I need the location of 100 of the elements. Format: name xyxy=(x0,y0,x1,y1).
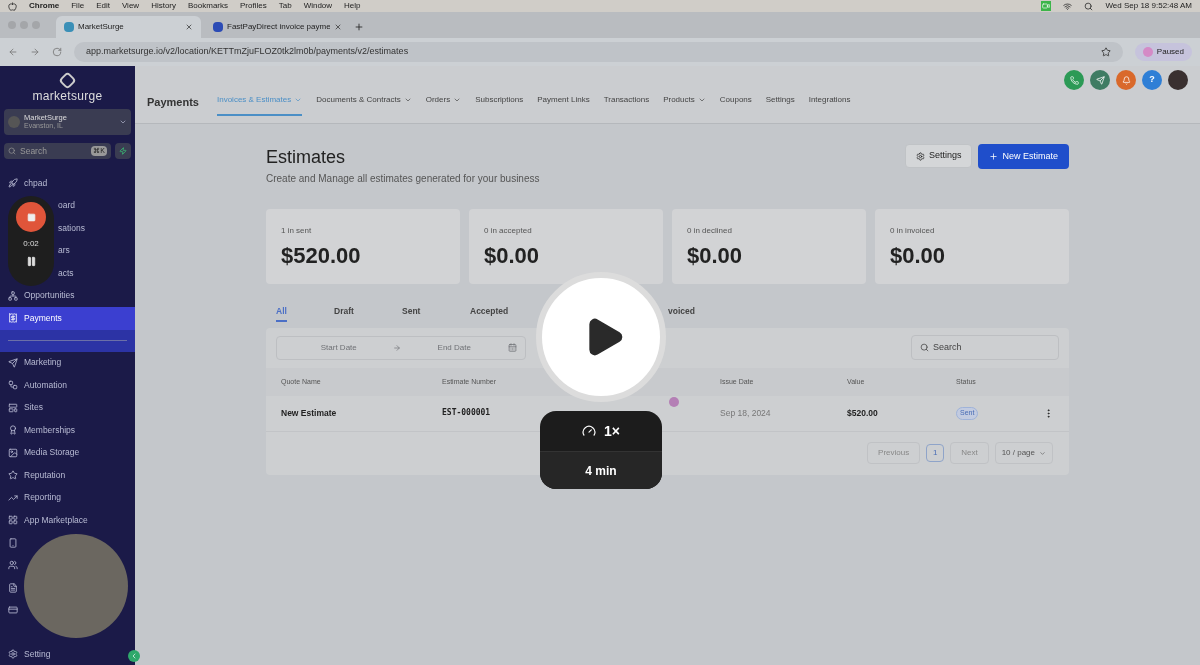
sidebar-item[interactable]: sations xyxy=(58,221,85,235)
layout-icon xyxy=(8,402,18,413)
calendar-icon[interactable] xyxy=(508,343,517,353)
pause-icon[interactable] xyxy=(25,256,37,267)
settings-button[interactable]: Settings xyxy=(904,144,973,168)
nav-tab[interactable]: Orders xyxy=(425,94,462,116)
search-field[interactable]: Search xyxy=(911,335,1059,361)
address-bar[interactable]: app.marketsurge.io/v2/location/KETTmZjuFLOZ0tk2lm0b/payments/v2/estimates xyxy=(74,42,1123,62)
sidebar-item[interactable]: oard xyxy=(58,199,75,213)
plus-icon xyxy=(989,152,999,161)
favicon-icon xyxy=(64,22,74,32)
network-icon xyxy=(8,290,18,301)
menu-item[interactable]: Bookmarks xyxy=(188,0,229,12)
sidebar-item[interactable]: chpad xyxy=(0,172,135,195)
notifications-button[interactable] xyxy=(1116,70,1136,90)
page-title: Estimates xyxy=(266,146,347,169)
stat-card: 0 in declined $0.00 xyxy=(672,209,866,284)
filter-tab[interactable]: Accepted xyxy=(470,306,509,322)
speed-button[interactable]: 1× xyxy=(540,411,662,451)
send-icon xyxy=(8,357,18,368)
phone-icon xyxy=(1069,75,1079,85)
sidebar-item[interactable]: Memberships xyxy=(0,419,135,442)
menu-item[interactable]: Profiles xyxy=(240,0,267,12)
menu-item[interactable]: File xyxy=(71,0,85,12)
wifi-icon[interactable] xyxy=(1063,1,1073,11)
new-estimate-button[interactable]: New Estimate xyxy=(978,144,1069,169)
browser-tab[interactable]: FastPayDirect invoice payme xyxy=(205,16,350,38)
image-icon xyxy=(8,447,18,458)
sidebar-item[interactable]: Sites xyxy=(0,396,135,419)
sidebar-item[interactable]: ars xyxy=(58,244,70,258)
menu-app-name[interactable]: Chrome xyxy=(29,0,60,12)
nav-tab[interactable]: Transactions xyxy=(603,94,650,116)
bookmark-star-icon[interactable] xyxy=(1100,47,1111,57)
nav-tab[interactable]: Subscriptions xyxy=(475,94,524,116)
sidebar-item[interactable]: Marketing xyxy=(0,351,135,374)
stop-button[interactable] xyxy=(16,202,46,232)
sidebar-item[interactable]: Opportunities xyxy=(0,284,135,307)
menu-item[interactable]: Window xyxy=(303,0,333,12)
chevron-icon xyxy=(1039,449,1046,457)
nav-tab[interactable]: Integrations xyxy=(808,94,851,116)
nav-tab[interactable]: Settings xyxy=(765,94,795,116)
sidebar-item[interactable]: Reputation xyxy=(0,464,135,487)
help-button[interactable]: ? xyxy=(1142,70,1162,90)
sidebar-item[interactable]: App Marketplace xyxy=(0,509,135,532)
quick-action-button[interactable] xyxy=(115,143,131,159)
menu-item[interactable]: History xyxy=(151,0,176,12)
browser-tab[interactable]: MarketSurge xyxy=(56,16,201,38)
forward-icon[interactable] xyxy=(30,47,40,57)
avatar[interactable] xyxy=(1168,70,1188,90)
table-cell-text: $520.00 xyxy=(847,406,879,420)
table-cell-text: Sep 18, 2024 xyxy=(720,406,772,420)
sidebar-settings[interactable]: Setting xyxy=(0,645,59,663)
workflow-icon xyxy=(8,380,18,391)
back-icon[interactable] xyxy=(8,47,18,57)
duration-label: 4 min xyxy=(540,451,662,489)
gauge-icon xyxy=(582,424,596,438)
stop-icon xyxy=(26,212,36,222)
filter-tab[interactable]: Sent xyxy=(402,306,421,322)
logo-icon xyxy=(58,71,77,90)
nav-tab[interactable]: Documents & Contracts xyxy=(316,94,412,116)
close-icon[interactable] xyxy=(334,23,342,31)
award-icon xyxy=(8,425,18,436)
logo-text: marketsurge xyxy=(32,88,103,105)
recording-time: 0:02 xyxy=(23,238,39,250)
sidebar-item[interactable]: Reporting xyxy=(0,486,135,509)
menu-item[interactable]: Edit xyxy=(96,0,110,12)
nav-tab[interactable]: Products xyxy=(663,94,706,116)
sidebar-item[interactable]: Media Storage xyxy=(0,441,135,464)
nav-tab[interactable]: Payment Links xyxy=(537,94,590,116)
settings-icon xyxy=(915,151,925,161)
stat-card: 1 in sent $520.00 xyxy=(266,209,460,284)
menu-item[interactable]: Help xyxy=(344,0,361,12)
sidebar-item[interactable]: Automation xyxy=(0,374,135,397)
close-icon[interactable] xyxy=(185,23,193,31)
trend-icon xyxy=(8,492,18,503)
nav-tab[interactable]: Coupons xyxy=(719,94,752,116)
filter-tab[interactable]: Draft xyxy=(334,306,354,322)
page-button[interactable]: 1 xyxy=(926,444,945,463)
filter-tab[interactable]: voiced xyxy=(668,306,695,322)
reload-icon[interactable] xyxy=(52,47,62,57)
sidebar-item[interactable]: acts xyxy=(58,266,74,280)
document-icon xyxy=(8,582,18,593)
menu-item[interactable]: View xyxy=(121,0,140,12)
table-cell-text: New Estimate xyxy=(281,406,338,420)
menu-item[interactable]: Tab xyxy=(278,0,292,12)
menu-clock: Wed Sep 18 9:52:48 AM xyxy=(1105,0,1192,12)
apple-icon[interactable] xyxy=(8,1,17,11)
search-icon xyxy=(8,147,16,155)
page-size-select[interactable]: 10 / page xyxy=(994,442,1053,465)
sidebar-item[interactable]: Payments xyxy=(0,307,135,330)
profile-button[interactable]: Paused xyxy=(1134,43,1192,61)
chevron-icon xyxy=(119,118,127,126)
new-tab-icon[interactable] xyxy=(354,22,364,32)
search-icon[interactable] xyxy=(1084,1,1094,11)
card-icon xyxy=(8,605,18,616)
phone-button[interactable] xyxy=(1064,70,1084,90)
grid-icon xyxy=(8,515,18,526)
settings-icon xyxy=(8,649,18,659)
bell-icon xyxy=(1121,75,1131,85)
favicon-icon xyxy=(213,22,223,32)
